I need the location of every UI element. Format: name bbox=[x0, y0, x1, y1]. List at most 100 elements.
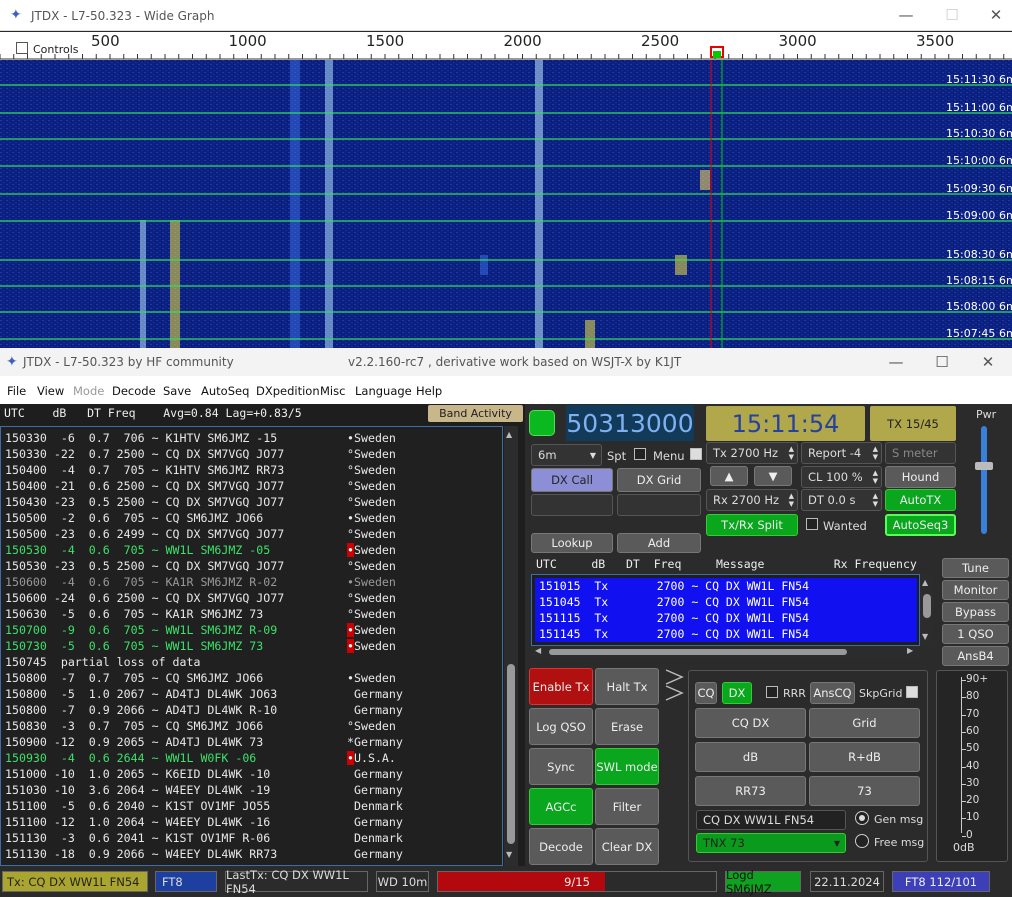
band-activity-row[interactable]: 150800 -5 1.0 2067 ~ AD4TJ DL4WK JO63 Ge… bbox=[5, 686, 403, 702]
free-message-select[interactable]: TNX 73 ▼ bbox=[696, 833, 846, 853]
spot-checkbox[interactable] bbox=[634, 448, 646, 460]
halt-tx-button[interactable]: Halt Tx bbox=[595, 668, 659, 705]
rx-frequency-list[interactable]: 151015 Tx 2700 ~ CQ DX WW1L FN54 151045 T… bbox=[531, 574, 920, 646]
power-slider[interactable] bbox=[975, 426, 993, 534]
arrow-up-button[interactable]: ▲ bbox=[710, 466, 748, 486]
bypass-button[interactable]: Bypass bbox=[942, 602, 1009, 622]
controls-checkbox[interactable] bbox=[16, 42, 28, 54]
menu-help[interactable]: Help bbox=[416, 384, 442, 398]
scroll-down-icon[interactable]: ▼ bbox=[506, 850, 512, 859]
cq-dx-message-button[interactable]: CQ DX bbox=[695, 708, 806, 738]
band-select[interactable]: 6m ▼ bbox=[531, 444, 602, 466]
scroll-up-icon[interactable]: ▲ bbox=[922, 578, 928, 587]
dx-grid-button[interactable]: DX Grid bbox=[617, 468, 701, 492]
band-activity-row[interactable]: 150330 -6 0.7 706 ~ K1HTV SM6JMZ -15 •Sw… bbox=[5, 430, 403, 446]
band-activity-row[interactable]: 151100 -12 1.0 2064 ~ W4EEY DL4WK -16 Ge… bbox=[5, 814, 403, 830]
menu-autoseq[interactable]: AutoSeq bbox=[201, 384, 249, 398]
scroll-left-icon[interactable]: ◀ bbox=[535, 646, 541, 655]
menu-misc[interactable]: Misc bbox=[320, 384, 345, 398]
menu-dxpedition[interactable]: DXpedition bbox=[256, 384, 320, 398]
anscq-button[interactable]: AnsCQ bbox=[810, 682, 855, 704]
waterfall[interactable]: 15:11:30 6m 15:11:00 6m 15:10:30 6m 15:10:00 6m… bbox=[0, 60, 1012, 348]
band-activity-row[interactable]: 150930 -4 0.6 2644 ~ WW1L W0FK -06 •U.S.… bbox=[5, 750, 403, 766]
autotx-button[interactable]: AutoTX bbox=[885, 489, 956, 511]
maximize-icon[interactable]: ☐ bbox=[922, 348, 962, 376]
lookup-button[interactable]: Lookup bbox=[531, 533, 613, 553]
dx-button[interactable]: DX bbox=[722, 682, 752, 704]
ansb4-button[interactable]: AnsB4 bbox=[942, 646, 1009, 666]
dx-grid-input[interactable] bbox=[617, 494, 701, 516]
log-qso-button[interactable]: Log QSO bbox=[529, 708, 593, 745]
txrx-split-button[interactable]: Tx/Rx Split bbox=[706, 514, 798, 536]
band-activity-row[interactable]: 151130 -3 0.6 2041 ~ K1ST OV1MF R-06 Den… bbox=[5, 830, 403, 846]
minimize-icon[interactable]: — bbox=[876, 348, 916, 376]
tx-period-button[interactable]: TX 15/45 bbox=[870, 406, 956, 441]
rx-frequency-row[interactable]: 151145 Tx 2700 ~ CQ DX WW1L FN54 bbox=[535, 626, 917, 642]
band-activity-row[interactable]: 150430 -23 0.5 2500 ~ CQ DX SM7VGQ JO77 … bbox=[5, 494, 403, 510]
free-msg-radio[interactable] bbox=[855, 834, 869, 848]
swl-mode-button[interactable]: SWL mode bbox=[595, 748, 659, 785]
rx-frequency-row[interactable]: 151045 Tx 2700 ~ CQ DX WW1L FN54 bbox=[535, 594, 917, 610]
dial-frequency[interactable]: 50313000 bbox=[566, 405, 694, 441]
dx-call-input[interactable] bbox=[531, 494, 613, 516]
rx-horizontal-scrollbar[interactable]: ◀ ▶ bbox=[531, 646, 920, 658]
hound-button[interactable]: Hound bbox=[885, 466, 956, 488]
band-activity-list[interactable]: 150330 -6 0.7 706 ~ K1HTV SM6JMZ -15 •Sw… bbox=[0, 426, 503, 866]
scroll-down-icon[interactable]: ▼ bbox=[922, 632, 928, 641]
band-activity-row[interactable]: 150400 -4 0.7 705 ~ K1HTV SM6JMZ RR73 °S… bbox=[5, 462, 403, 478]
monitor-button[interactable]: Monitor bbox=[942, 580, 1009, 600]
dx-call-button[interactable]: DX Call bbox=[531, 468, 613, 492]
autoseq3-button[interactable]: AutoSeq3 bbox=[885, 514, 956, 536]
arrow-down-button[interactable]: ▼ bbox=[754, 466, 792, 486]
scroll-thumb[interactable] bbox=[507, 664, 515, 844]
cl-spinbox[interactable]: CL 100 % ▲ ▼ bbox=[801, 466, 882, 488]
band-activity-row[interactable]: 151130 -18 0.9 2066 ~ W4EEY DL4WK RR73 G… bbox=[5, 846, 403, 862]
filter-button[interactable]: Filter bbox=[595, 788, 659, 825]
power-slider-handle[interactable] bbox=[975, 462, 993, 470]
rx-frequency-row[interactable]: 151015 Tx 2700 ~ CQ DX WW1L FN54 bbox=[535, 578, 917, 594]
band-activity-row[interactable]: 150745 partial loss of data bbox=[5, 654, 403, 670]
generated-message-field[interactable]: CQ DX WW1L FN54 bbox=[696, 810, 846, 830]
decode-button[interactable]: Decode bbox=[529, 828, 593, 865]
wanted-checkbox[interactable] bbox=[806, 518, 818, 530]
menu-view[interactable]: View bbox=[37, 384, 64, 398]
enable-tx-button[interactable]: Enable Tx bbox=[529, 668, 593, 705]
band-activity-row[interactable]: 150500 -23 0.6 2499 ~ CQ DX SM7VGQ JO77 … bbox=[5, 526, 403, 542]
menu-save[interactable]: Save bbox=[163, 384, 191, 398]
band-activity-row[interactable]: 150800 -7 0.9 2066 ~ AD4TJ DL4WK R-10 Ge… bbox=[5, 702, 403, 718]
menu-checkbox[interactable] bbox=[690, 448, 702, 460]
r-db-message-button[interactable]: R+dB bbox=[809, 742, 920, 772]
band-activity-row[interactable]: 150630 -5 0.6 705 ~ KA1R SM6JMZ 73 °Swed… bbox=[5, 606, 403, 622]
cq-button[interactable]: CQ bbox=[695, 682, 717, 704]
band-activity-row[interactable]: 150530 -4 0.6 705 ~ WW1L SM6JMZ -05 •Swe… bbox=[5, 542, 403, 558]
scroll-right-icon[interactable]: ▶ bbox=[907, 646, 913, 655]
band-activity-row[interactable]: 150800 -7 0.7 705 ~ CQ SM6JMZ JO66 •Swed… bbox=[5, 670, 403, 686]
scroll-up-icon[interactable]: ▲ bbox=[506, 430, 512, 439]
skpgrid-checkbox[interactable] bbox=[906, 686, 918, 698]
add-button[interactable]: Add bbox=[617, 533, 701, 553]
one-qso-button[interactable]: 1 QSO bbox=[942, 624, 1009, 644]
band-activity-row[interactable]: 150700 -9 0.6 705 ~ WW1L SM6JMZ R-09 •Sw… bbox=[5, 622, 403, 638]
rr73-message-button[interactable]: RR73 bbox=[695, 776, 806, 806]
db-message-button[interactable]: dB bbox=[695, 742, 806, 772]
maximize-icon[interactable]: ☐ bbox=[932, 0, 972, 30]
smeter-field[interactable]: S meter bbox=[885, 442, 956, 464]
band-activity-row[interactable]: 150730 -5 0.6 705 ~ WW1L SM6JMZ 73 •Swed… bbox=[5, 638, 403, 654]
dt-spinbox[interactable]: DT 0.0 s ▲ ▼ bbox=[801, 489, 882, 511]
band-activity-row[interactable]: 150400 -21 0.6 2500 ~ CQ DX SM7VGQ JO77 … bbox=[5, 478, 403, 494]
band-activity-row[interactable]: 151030 -10 3.6 2064 ~ W4EEY DL4WK -19 Ge… bbox=[5, 782, 403, 798]
tx-frequency-spinbox[interactable]: Tx 2700 Hz ▲ ▼ bbox=[706, 442, 798, 464]
73-message-button[interactable]: 73 bbox=[809, 776, 920, 806]
band-activity-row[interactable]: 150600 -24 0.6 2500 ~ CQ DX SM7VGQ JO77 … bbox=[5, 590, 403, 606]
band-activity-row[interactable]: 151100 -5 0.6 2040 ~ K1ST OV1MF JO55 Den… bbox=[5, 798, 403, 814]
agcc-button[interactable]: AGCc bbox=[529, 788, 593, 825]
tune-button[interactable]: Tune bbox=[942, 558, 1009, 578]
scroll-thumb[interactable] bbox=[923, 594, 931, 618]
band-activity-scrollbar[interactable]: ▲ ▼ bbox=[504, 426, 518, 866]
band-activity-row[interactable]: 150330 -22 0.7 2500 ~ CQ DX SM7VGQ JO77 … bbox=[5, 446, 403, 462]
band-activity-row[interactable]: 150600 -4 0.6 705 ~ KA1R SM6JMZ R-02 •Sw… bbox=[5, 574, 403, 590]
band-activity-row[interactable]: 150830 -3 0.7 705 ~ CQ SM6JMZ JO66 °Swed… bbox=[5, 718, 403, 734]
close-icon[interactable]: ✕ bbox=[968, 348, 1008, 376]
erase-button[interactable]: Erase bbox=[595, 708, 659, 745]
sync-button[interactable]: Sync bbox=[529, 748, 593, 785]
